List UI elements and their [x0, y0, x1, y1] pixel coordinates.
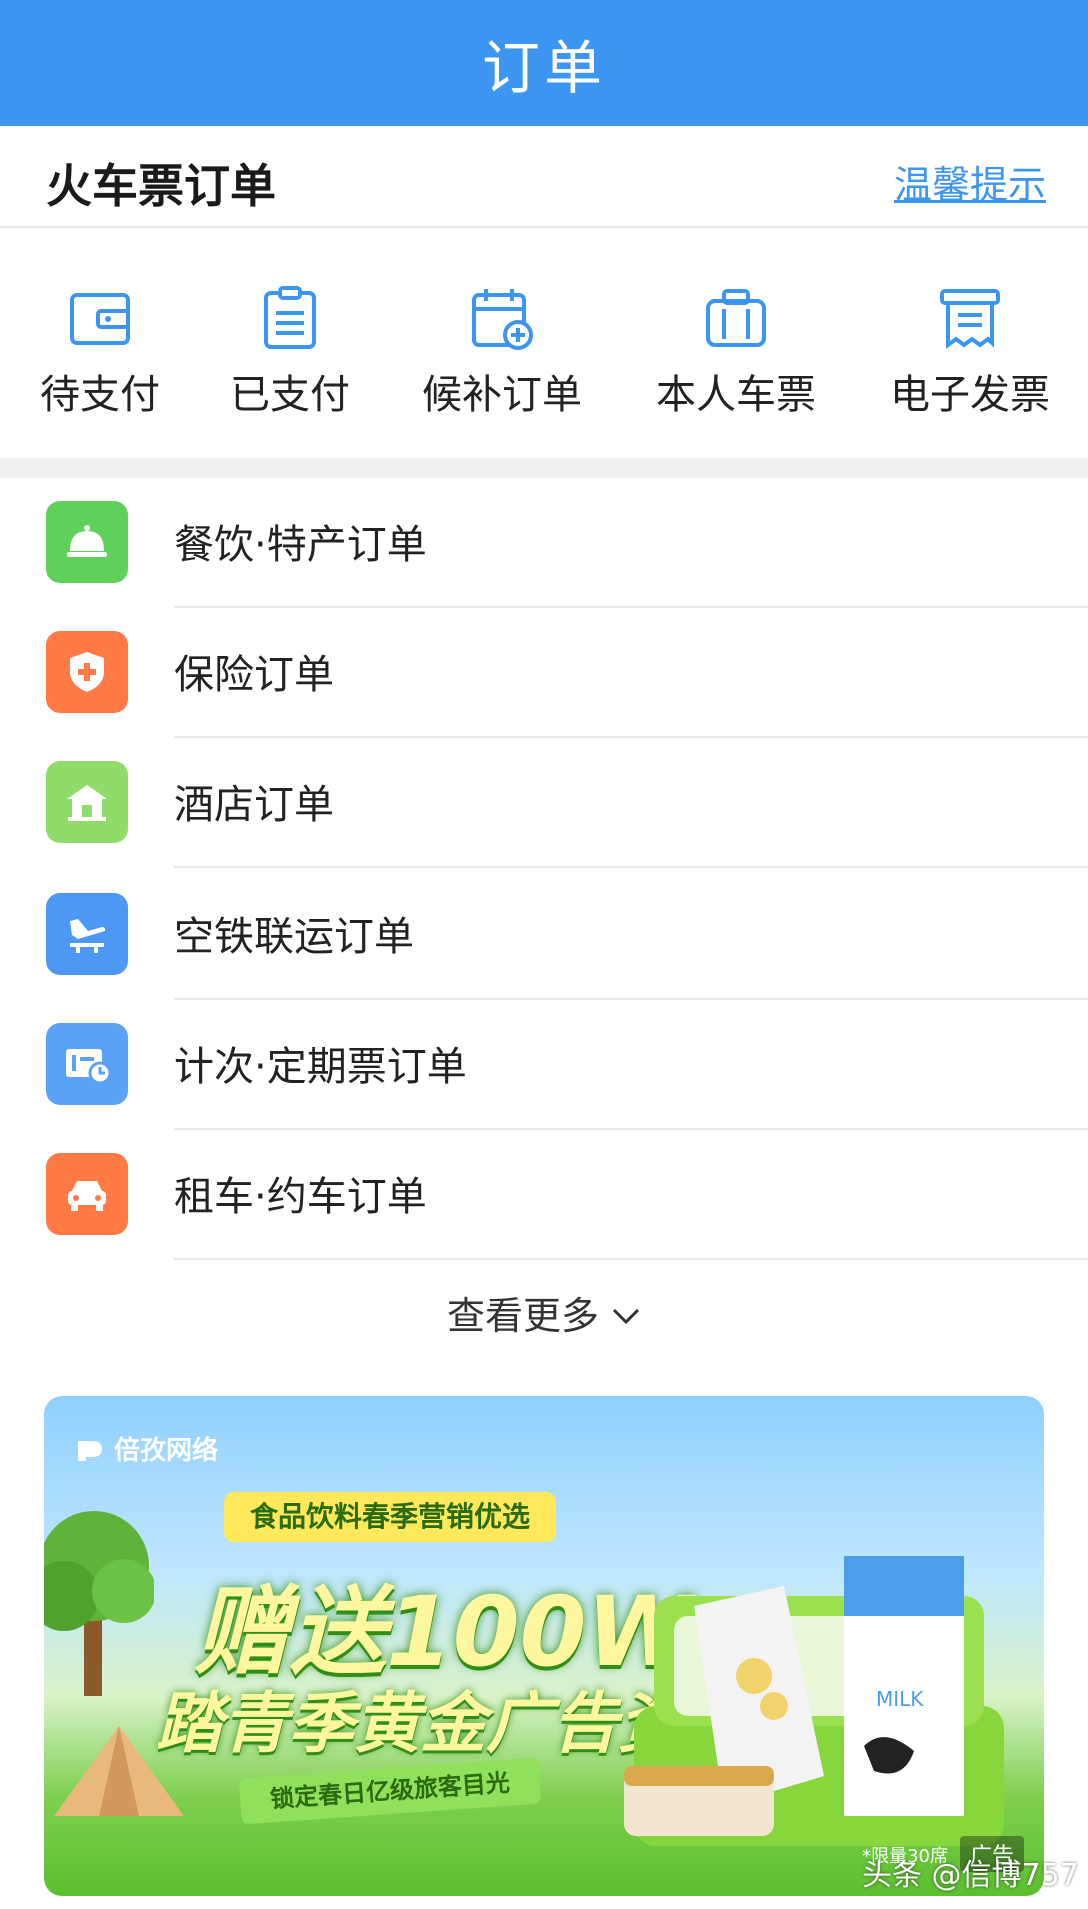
- section-title: 火车票订单: [46, 159, 276, 213]
- clipboard-icon: [264, 286, 316, 349]
- quick-action-waitlist[interactable]: 候补订单: [402, 230, 602, 458]
- quick-action-label: 电子发票: [890, 372, 1050, 418]
- page-title: 订单: [481, 34, 606, 102]
- milk-carton-label: MILK: [876, 1687, 924, 1711]
- order-row-dining[interactable]: 餐饮·特产订单: [0, 478, 1088, 608]
- wallet-icon: [70, 293, 130, 345]
- view-more-label: 查看更多: [446, 1293, 599, 1338]
- order-row-air-rail[interactable]: 空铁联运订单: [0, 870, 1088, 1000]
- row-divider: [174, 866, 1088, 868]
- order-label: 餐饮·特产订单: [174, 522, 427, 568]
- order-label: 租车·约车订单: [174, 1174, 427, 1220]
- suitcase-products-illustration: MILK: [624, 1556, 1004, 1846]
- quick-actions: 待支付 已支付 候补订单 本人车票 电子发票: [0, 230, 1088, 458]
- ad-ribbon: 锁定春日亿级旅客目光: [238, 1757, 542, 1825]
- ad-banner[interactable]: 倍孜网络 食品饮料春季营销优选 赠送100W 踏青季黄金广告资源 锁定春日亿级旅…: [44, 1396, 1044, 1896]
- tree-illustration: [44, 1511, 154, 1696]
- order-row-insurance[interactable]: 保险订单: [0, 608, 1088, 738]
- order-row-hotel[interactable]: 酒店订单: [0, 738, 1088, 868]
- shield-icon: [46, 631, 128, 713]
- ad-brand-name: 倍孜网络: [114, 1436, 219, 1466]
- quick-action-label: 已支付: [230, 372, 350, 418]
- bell-icon: [46, 501, 128, 583]
- quick-action-paid[interactable]: 已支付: [190, 230, 390, 458]
- ad-brand: 倍孜网络: [76, 1430, 218, 1467]
- ad-pill: 食品饮料春季营销优选: [224, 1492, 557, 1542]
- quick-action-label: 待支付: [40, 372, 160, 418]
- plane-rail-icon: [46, 893, 128, 975]
- suitcase-icon: [706, 289, 766, 347]
- row-divider: [174, 1258, 1088, 1260]
- view-more-button[interactable]: 查看更多: [0, 1262, 1088, 1362]
- calendar-add-icon: [472, 289, 533, 350]
- train-orders-header: 火车票订单 温馨提示: [0, 126, 1088, 228]
- quick-action-e-invoice[interactable]: 电子发票: [870, 230, 1070, 458]
- quick-action-label: 本人车票: [656, 372, 816, 418]
- ticket-clock-icon: [46, 1023, 128, 1105]
- car-icon: [46, 1153, 128, 1235]
- tips-link[interactable]: 温馨提示: [894, 154, 1046, 209]
- brand-logo-icon: [78, 1440, 102, 1461]
- order-label: 计次·定期票订单: [174, 1044, 467, 1090]
- quick-action-pending-payment[interactable]: 待支付: [0, 230, 200, 458]
- order-row-periodic-ticket[interactable]: 计次·定期票订单: [0, 1000, 1088, 1130]
- order-row-car-rental[interactable]: 租车·约车订单: [0, 1130, 1088, 1260]
- watermark: 头条 @信博757: [862, 1858, 1079, 1893]
- quick-action-label: 候补订单: [422, 372, 582, 418]
- order-label: 空铁联运订单: [174, 914, 414, 960]
- order-label: 酒店订单: [174, 782, 334, 828]
- invoice-icon: [940, 289, 1000, 349]
- section-divider: [0, 458, 1088, 478]
- quick-action-my-tickets[interactable]: 本人车票: [636, 230, 836, 458]
- hotel-icon: [46, 761, 128, 843]
- top-bar: 订单: [0, 0, 1088, 126]
- chevron-down-icon: [612, 1308, 640, 1325]
- order-label: 保险订单: [174, 652, 334, 698]
